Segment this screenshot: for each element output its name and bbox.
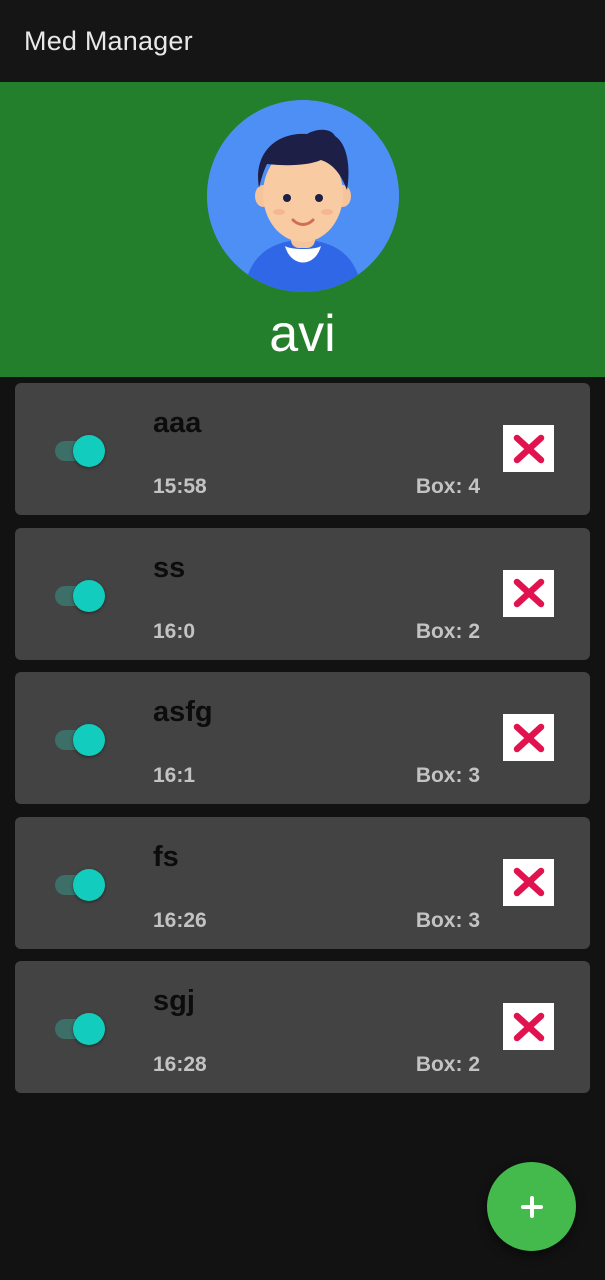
medication-time: 16:1 [153, 764, 196, 787]
medication-toggle[interactable] [55, 1013, 105, 1045]
medication-time: 16:28 [153, 1053, 207, 1076]
close-icon [513, 867, 544, 897]
close-icon [513, 434, 544, 463]
plus-icon [520, 1195, 543, 1218]
medication-card: fs 16:26 Box: 3 [15, 816, 590, 949]
add-medication-button[interactable] [487, 1162, 576, 1251]
medication-card: ss 16:0 Box: 2 [15, 527, 590, 660]
toggle-thumb [73, 724, 105, 756]
close-icon [513, 578, 544, 608]
medication-card: asfg 16:1 Box: 3 [15, 672, 590, 804]
medication-box: Box: 2 [415, 1053, 480, 1076]
app-bar: Med Manager [0, 0, 605, 82]
medication-toggle[interactable] [55, 435, 105, 467]
medication-name: fs [153, 840, 179, 873]
user-avatar-icon [207, 100, 399, 292]
medication-name: aaa [153, 407, 202, 439]
app-title: Med Manager [24, 26, 193, 56]
medication-card: aaa 15:58 Box: 4 [15, 383, 590, 515]
medication-box: Box: 4 [415, 475, 480, 498]
close-icon [513, 723, 544, 752]
medication-time: 16:26 [153, 908, 207, 932]
delete-button[interactable] [503, 714, 554, 761]
med-manager-screen: Med Manager avi aaa 15:58 Box: 4 ss 16:0… [0, 0, 605, 1280]
toggle-thumb [73, 579, 105, 612]
medication-list: aaa 15:58 Box: 4 ss 16:0 Box: 2 asfg 16:… [15, 383, 590, 1106]
toggle-thumb [73, 868, 105, 901]
profile-header: avi [0, 82, 605, 377]
medication-box: Box: 3 [415, 764, 480, 787]
medication-toggle[interactable] [55, 579, 105, 612]
delete-button[interactable] [503, 858, 554, 906]
medication-name: asfg [153, 696, 213, 728]
delete-button[interactable] [503, 425, 554, 472]
medication-toggle[interactable] [55, 724, 105, 756]
medication-time: 16:0 [153, 619, 196, 643]
medication-box: Box: 3 [415, 908, 480, 932]
medication-time: 15:58 [153, 475, 207, 498]
close-icon [513, 1012, 544, 1041]
medication-name: sgj [153, 985, 195, 1017]
delete-button[interactable] [503, 1003, 554, 1050]
toggle-thumb [73, 435, 105, 467]
medication-box: Box: 2 [415, 619, 480, 643]
toggle-thumb [73, 1013, 105, 1045]
medication-name: ss [153, 551, 186, 584]
medication-toggle[interactable] [55, 868, 105, 901]
user-name: avi [269, 305, 336, 363]
delete-button[interactable] [503, 569, 554, 617]
medication-card: sgj 16:28 Box: 2 [15, 961, 590, 1093]
